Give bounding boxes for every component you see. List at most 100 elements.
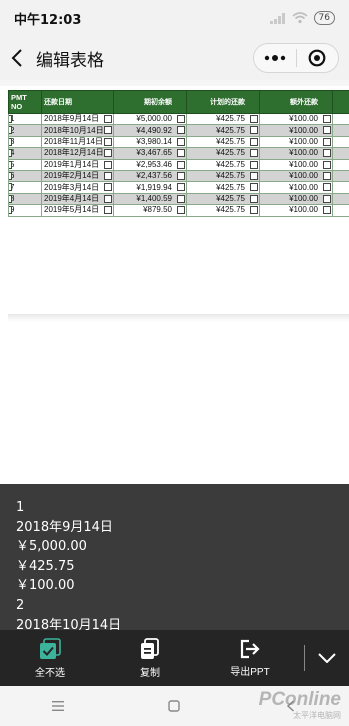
cell-checkbox[interactable] — [177, 206, 185, 215]
cell-checkbox[interactable] — [250, 194, 258, 203]
cell-checkbox[interactable] — [250, 149, 258, 158]
cell-checkbox[interactable] — [323, 126, 331, 135]
table-row[interactable]: 4 2018年12月14日 ¥3,467.65 ¥425.75 ¥100.00 — [8, 147, 349, 160]
table-row[interactable]: 9 2019年5月14日 ¥879.50 ¥425.75 ¥100.00 — [8, 204, 349, 217]
cell-checkbox[interactable] — [9, 171, 12, 180]
cell-checkbox[interactable] — [177, 149, 185, 158]
cell-checkbox[interactable] — [177, 194, 185, 203]
cell-checkbox[interactable] — [323, 115, 331, 123]
cell-checkbox[interactable] — [323, 149, 331, 158]
cell-pmt-no[interactable]: 9 — [8, 204, 42, 217]
cell-pmt-no[interactable]: 1 — [8, 112, 42, 126]
cell-checkbox[interactable] — [104, 194, 112, 203]
sheet-card[interactable]: PMT NO 还款日期 期初余额 计划的还款 额外还款 1 2018年9月14日 ¥… — [0, 86, 349, 484]
cell-checkbox[interactable] — [323, 171, 331, 180]
cell-checkbox[interactable] — [9, 160, 12, 169]
cell-checkbox[interactable] — [177, 126, 185, 135]
table-row[interactable]: 1 2018年9月14日 ¥5,000.00 ¥425.75 ¥100.00 — [8, 112, 349, 126]
column-header-extra-payment[interactable]: 额外还款 — [259, 90, 333, 114]
cell-beginning-balance[interactable]: ¥4,490.92 — [113, 124, 187, 137]
cell-scheduled-payment[interactable]: ¥425.75 — [186, 181, 260, 194]
more-button[interactable] — [254, 44, 296, 72]
cell-date[interactable]: 2018年10月14日 — [41, 124, 114, 137]
cell-checkbox[interactable] — [323, 206, 331, 215]
close-miniprogram-button[interactable] — [297, 44, 339, 72]
cell-extra-payment[interactable]: ¥100.00 — [259, 158, 333, 171]
cell-extra-payment[interactable]: ¥100.00 — [259, 135, 333, 149]
cell-beginning-balance[interactable]: ¥3,980.14 — [113, 135, 187, 149]
cell-beginning-balance[interactable]: ¥5,000.00 — [113, 112, 187, 126]
cell-checkbox[interactable] — [9, 194, 12, 203]
cell-extra-payment[interactable]: ¥100.00 — [259, 192, 333, 206]
cell-checkbox[interactable] — [9, 126, 12, 135]
cell-checkbox[interactable] — [104, 126, 112, 135]
cell-date[interactable]: 2019年2月14日 — [41, 169, 114, 183]
cell-checkbox[interactable] — [104, 183, 112, 192]
cell-date[interactable]: 2018年9月14日 — [41, 112, 114, 126]
table-row[interactable]: 7 2019年3月14日 ¥1,919.94 ¥425.75 ¥100.00 — [8, 181, 349, 194]
cell-checkbox[interactable] — [9, 115, 12, 123]
cell-scheduled-payment[interactable]: ¥425.75 — [186, 135, 260, 149]
cell-pmt-no[interactable]: 6 — [8, 169, 42, 183]
column-header-scheduled-payment[interactable]: 计划的还款 — [186, 90, 260, 114]
cell-checkbox[interactable] — [104, 206, 112, 215]
cell-checkbox[interactable] — [323, 160, 331, 169]
cell-scheduled-payment[interactable]: ¥425.75 — [186, 158, 260, 171]
cell-date[interactable]: 2018年11月14日 — [41, 135, 114, 149]
cell-scheduled-payment[interactable]: ¥425.75 — [186, 147, 260, 160]
cell-beginning-balance[interactable]: ¥2,953.46 — [113, 158, 187, 171]
cell-checkbox[interactable] — [177, 160, 185, 169]
cell-checkbox[interactable] — [104, 137, 112, 146]
cell-extra-payment[interactable]: ¥100.00 — [259, 112, 333, 126]
cell-checkbox[interactable] — [9, 183, 12, 192]
cell-date[interactable]: 2019年3月14日 — [41, 181, 114, 194]
select-none-button[interactable]: 全不选 — [0, 630, 100, 686]
cell-pmt-no[interactable]: 8 — [8, 192, 42, 206]
cell-scheduled-payment[interactable]: ¥425.75 — [186, 112, 260, 126]
cell-checkbox[interactable] — [250, 206, 258, 215]
cell-checkbox[interactable] — [9, 206, 12, 215]
cell-checkbox[interactable] — [9, 137, 12, 146]
cell-checkbox[interactable] — [177, 137, 185, 146]
cell-checkbox[interactable] — [323, 137, 331, 146]
cell-extra-payment[interactable]: ¥100.00 — [259, 181, 333, 194]
cell-checkbox[interactable] — [177, 183, 185, 192]
cell-extra-payment[interactable]: ¥100.00 — [259, 204, 333, 217]
cell-extra-payment[interactable]: ¥100.00 — [259, 124, 333, 137]
cell-checkbox[interactable] — [250, 183, 258, 192]
cell-date[interactable]: 2019年1月14日 — [41, 158, 114, 171]
copy-button[interactable]: 复制 — [100, 630, 200, 686]
cell-checkbox[interactable] — [104, 115, 112, 123]
column-header-pmt-no[interactable]: PMT NO — [8, 90, 42, 114]
cell-checkbox[interactable] — [250, 137, 258, 146]
nav-menu-button[interactable] — [0, 686, 116, 726]
cell-pmt-no[interactable]: 3 — [8, 135, 42, 149]
cell-checkbox[interactable] — [250, 160, 258, 169]
cell-checkbox[interactable] — [250, 171, 258, 180]
expand-toolbar-button[interactable] — [305, 630, 349, 686]
cell-scheduled-payment[interactable]: ¥425.75 — [186, 204, 260, 217]
table-row[interactable]: 3 2018年11月14日 ¥3,980.14 ¥425.75 ¥100.00 — [8, 135, 349, 149]
cell-scheduled-payment[interactable]: ¥425.75 — [186, 192, 260, 206]
table-row[interactable]: 8 2019年4月14日 ¥1,400.59 ¥425.75 ¥100.00 — [8, 192, 349, 206]
cell-pmt-no[interactable]: 4 — [8, 147, 42, 160]
cell-checkbox[interactable] — [323, 194, 331, 203]
cell-checkbox[interactable] — [250, 126, 258, 135]
cell-checkbox[interactable] — [323, 183, 331, 192]
cell-date[interactable]: 2019年5月14日 — [41, 204, 114, 217]
cell-checkbox[interactable] — [250, 115, 258, 123]
cell-beginning-balance[interactable]: ¥879.50 — [113, 204, 187, 217]
cell-scheduled-payment[interactable]: ¥425.75 — [186, 124, 260, 137]
column-header-date[interactable]: 还款日期 — [41, 90, 114, 114]
export-ppt-button[interactable]: 导出PPT — [200, 630, 300, 686]
cell-date[interactable]: 2018年12月14日 — [41, 147, 114, 160]
cell-scheduled-payment[interactable]: ¥425.75 — [186, 169, 260, 183]
table-row[interactable]: 5 2019年1月14日 ¥2,953.46 ¥425.75 ¥100.00 — [8, 158, 349, 171]
cell-beginning-balance[interactable]: ¥3,467.65 — [113, 147, 187, 160]
cell-pmt-no[interactable]: 2 — [8, 124, 42, 137]
cell-pmt-no[interactable]: 5 — [8, 158, 42, 171]
cell-beginning-balance[interactable]: ¥2,437.56 — [113, 169, 187, 183]
cell-checkbox[interactable] — [177, 171, 185, 180]
cell-checkbox[interactable] — [9, 149, 12, 158]
cell-checkbox[interactable] — [104, 160, 112, 169]
